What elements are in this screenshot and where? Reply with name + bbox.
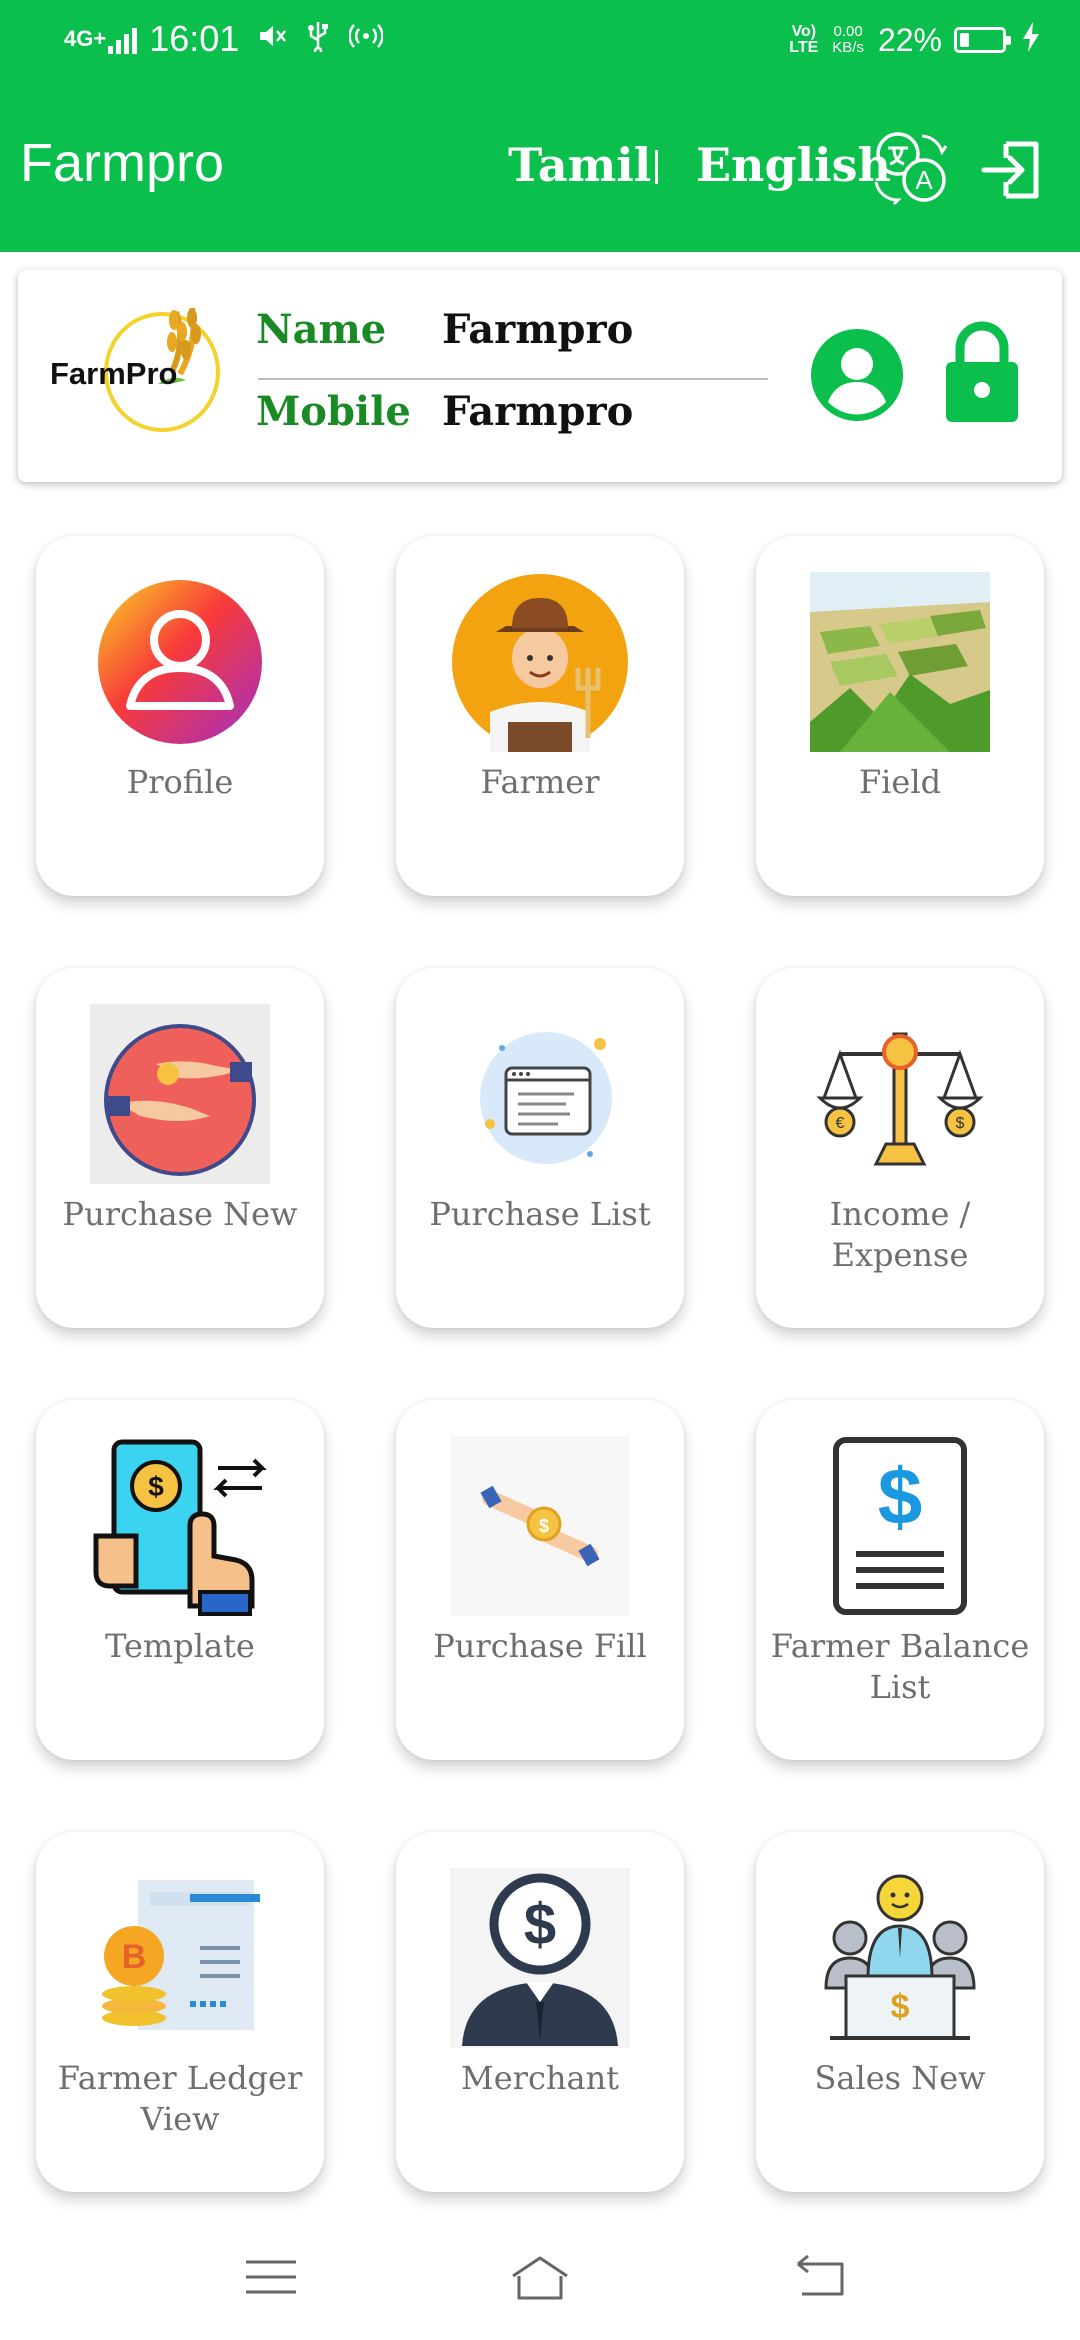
menu-label: Income / Expense — [829, 1195, 971, 1274]
profile-avatar-icon[interactable] — [810, 328, 904, 422]
svg-text:B: B — [122, 1938, 147, 1976]
ledger-icon: B — [102, 1880, 260, 2030]
menu-tile-profile[interactable]: Profile — [36, 536, 324, 896]
svg-text:A: A — [915, 165, 933, 195]
svg-text:$: $ — [878, 1452, 923, 1541]
lock-icon[interactable] — [942, 320, 1022, 424]
menu-tile-purchase-fill[interactable]: $ Purchase Fill — [396, 1400, 684, 1760]
battery-percent: 22% — [877, 22, 942, 58]
network-speed: 0.00 KB/s — [832, 22, 864, 56]
profile-icon — [98, 580, 262, 744]
system-navigation-bar — [0, 2214, 1080, 2340]
volte-indicator: Vo) LTE — [789, 23, 819, 56]
user-info-card: FarmPro Name Farmpro Mobile Farmpro — [18, 270, 1062, 482]
purchase-new-icon — [90, 1004, 270, 1184]
svg-text:$: $ — [539, 1516, 549, 1536]
menu-tile-income-expense[interactable]: € $ Income / Expense — [756, 968, 1044, 1328]
menu-label: Farmer Ledger View — [57, 2059, 303, 2138]
menu-label: Field — [858, 763, 942, 801]
divider — [258, 378, 768, 380]
svg-text:$: $ — [891, 1988, 910, 2026]
menu-tile-template[interactable]: $ Template — [36, 1400, 324, 1760]
field-icon — [810, 572, 990, 752]
menu-icon[interactable] — [236, 2242, 306, 2312]
purchase-list-icon — [480, 1032, 612, 1164]
svg-text:$: $ — [956, 1115, 965, 1132]
balance-list-icon: $ — [833, 1437, 967, 1615]
purchase-fill-icon: $ — [450, 1436, 630, 1616]
mute-icon — [257, 21, 287, 56]
menu-tile-farmer-ledger-view[interactable]: B Farmer Ledger View — [36, 1832, 324, 2192]
menu-tile-purchase-new[interactable]: Purchase New — [36, 968, 324, 1328]
menu-label: Farmer Balance List — [770, 1627, 1030, 1706]
menu-label: Purchase List — [429, 1195, 651, 1233]
income-expense-icon: € $ — [816, 1032, 984, 1166]
logout-icon[interactable] — [980, 138, 1044, 202]
menu-tile-farmer[interactable]: Farmer — [396, 536, 684, 896]
merchant-icon: $ — [450, 1868, 630, 2048]
tamil-language-button[interactable]: Tamil — [508, 138, 651, 192]
svg-text:€: € — [836, 1115, 845, 1132]
translate-icon[interactable]: A — [872, 128, 950, 206]
hotspot-icon — [348, 21, 384, 56]
menu-label: Purchase New — [62, 1195, 298, 1233]
svg-text:$: $ — [524, 1892, 556, 1957]
svg-text:$: $ — [148, 1471, 164, 1502]
home-icon[interactable] — [505, 2242, 575, 2312]
mobile-value: Farmpro — [442, 388, 634, 435]
farmer-icon — [452, 574, 628, 752]
menu-tile-merchant[interactable]: $ Merchant — [396, 1832, 684, 2192]
app-title: Farmpro — [20, 133, 225, 193]
network-type: 4G+ — [64, 25, 107, 51]
clock: 16:01 — [149, 17, 240, 59]
top-bar: 4G+ 16:01 Vo) LTE 0.00 KB/s 22% Farmpro … — [0, 0, 1080, 252]
menu-label: Merchant — [460, 2059, 620, 2097]
menu-tile-field[interactable]: Field — [756, 536, 1044, 896]
sales-icon: $ — [824, 1874, 976, 2040]
english-language-button[interactable]: English — [696, 138, 891, 192]
svg-text:FarmPro: FarmPro — [50, 356, 177, 391]
name-label: Name — [256, 306, 387, 353]
farmpro-logo: FarmPro — [50, 307, 220, 432]
name-value: Farmpro — [442, 306, 634, 353]
menu-label: Farmer — [480, 763, 600, 801]
battery-icon — [954, 27, 1011, 53]
language-divider — [655, 150, 658, 184]
usb-icon — [305, 20, 331, 57]
menu-label: Purchase Fill — [433, 1627, 647, 1665]
status-bar: 4G+ 16:01 Vo) LTE 0.00 KB/s 22% — [0, 0, 1080, 84]
menu-label: Template — [105, 1627, 255, 1665]
mobile-label: Mobile — [256, 388, 411, 435]
app-bar: Farmpro Tamil English A — [0, 110, 1080, 230]
charging-icon — [1022, 22, 1040, 58]
template-icon: $ — [93, 1439, 267, 1616]
menu-tile-farmer-balance-list[interactable]: $ Farmer Balance List — [756, 1400, 1044, 1760]
menu-label: Sales New — [814, 2059, 986, 2097]
menu-tile-purchase-list[interactable]: Purchase List — [396, 968, 684, 1328]
menu-tile-sales-new[interactable]: $ Sales New — [756, 1832, 1044, 2192]
signal-icon — [108, 24, 138, 54]
back-icon[interactable] — [786, 2242, 856, 2312]
menu-label: Profile — [126, 763, 234, 801]
